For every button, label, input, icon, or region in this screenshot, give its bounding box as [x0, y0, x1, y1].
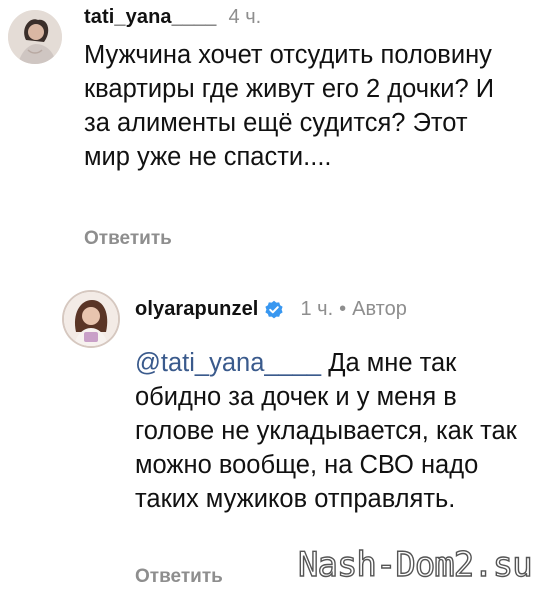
- comment-time: 1 ч.: [300, 298, 334, 320]
- comment-username[interactable]: olyarapunzel: [135, 298, 258, 321]
- reply-button[interactable]: Ответить: [135, 566, 223, 588]
- comment-text: @tati_yana____ Да мне так обидно за доче…: [135, 346, 535, 516]
- comment-meta: tati_yana____ 4 ч.: [84, 6, 261, 29]
- verified-badge-icon: [264, 300, 284, 320]
- avatar[interactable]: [64, 292, 118, 346]
- comment-meta: olyarapunzel 1 ч. • Автор: [135, 298, 407, 321]
- comment-username[interactable]: tati_yana____: [84, 6, 217, 28]
- author-label: Автор: [352, 298, 407, 320]
- watermark: Nash-Dom2.su: [297, 544, 533, 585]
- mention-link[interactable]: @tati_yana____: [135, 349, 321, 377]
- comment: tati_yana____ 4 ч. Мужчина хочет отсудить…: [0, 0, 550, 260]
- avatar[interactable]: [8, 10, 62, 64]
- reply-button[interactable]: Ответить: [84, 228, 172, 250]
- meta-separator: •: [339, 298, 347, 320]
- comment-text: Мужчина хочет отсудить половину квартиры…: [84, 41, 495, 171]
- comment-time: 4 ч.: [228, 6, 262, 28]
